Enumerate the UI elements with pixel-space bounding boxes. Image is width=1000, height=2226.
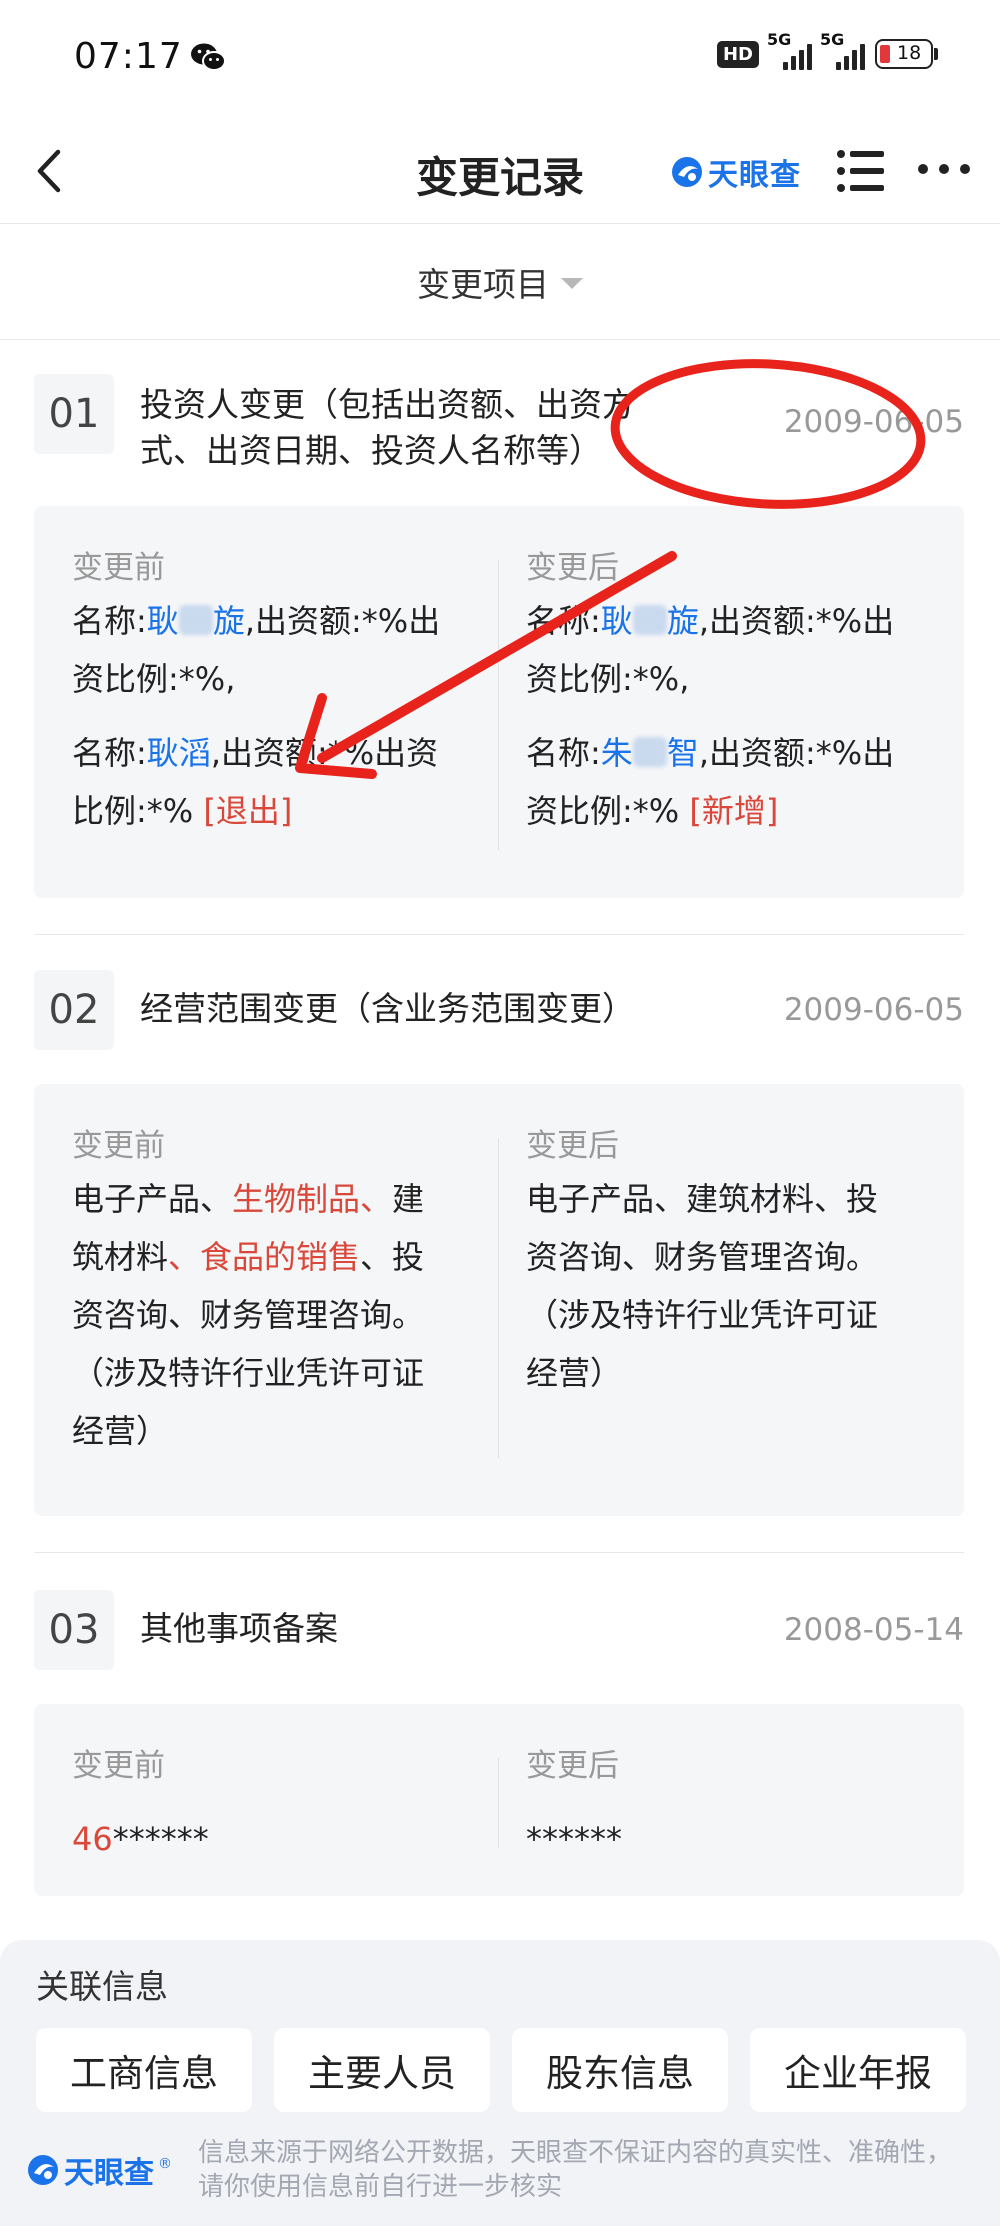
related-info-title: 关联信息	[36, 1967, 168, 2006]
disclaimer-text: 信息来源于网络公开数据，天眼查不保证内容的真实性、准确性， 请你使用信息前自行进…	[198, 2138, 953, 2202]
before-content: 46******	[72, 1820, 209, 1858]
record-index: 03	[34, 1590, 114, 1670]
footer-brand: 天眼查 ®	[26, 2148, 172, 2192]
investor-link[interactable]: 耿旋	[601, 602, 699, 640]
more-icon[interactable]	[916, 162, 972, 176]
tianyancha-logo-icon	[672, 157, 702, 187]
signal-5g-icon: 5G	[820, 30, 865, 70]
key-personnel-button[interactable]: 主要人员	[274, 2028, 490, 2112]
registered-mark: ®	[158, 2156, 172, 2172]
added-tag: [新增]	[689, 792, 779, 830]
signal-label: 5G	[820, 30, 845, 49]
record-date: 2009-06-05	[783, 992, 964, 1028]
battery-icon: 18	[875, 39, 938, 69]
record-title: 其他事项备案	[140, 1609, 338, 1648]
after-label: 变更后	[526, 1748, 619, 1784]
annual-report-button[interactable]: 企业年报	[750, 2028, 966, 2112]
after-content: 电子产品、建筑材料、投 资咨询、财务管理咨询。 （涉及特许行业凭许可证 经营）	[526, 1180, 879, 1392]
record-date: 2008-05-14	[783, 1612, 964, 1648]
record-title: 投资人变更（包括出资额、出资方 式、出资日期、投资人名称等）	[140, 385, 635, 470]
change-detail: 变更前 46****** 变更后 ******	[34, 1704, 964, 1896]
record-title: 经营范围变更（含业务范围变更）	[140, 989, 635, 1028]
before-label: 变更前	[72, 1748, 165, 1784]
after-content: ******	[526, 1820, 622, 1858]
change-detail: 变更前 电子产品、生物制品、建 筑材料、食品的销售、投 资咨询、财务管理咨询。 …	[34, 1084, 964, 1516]
record-index: 02	[34, 970, 114, 1050]
status-time: 07:17	[74, 36, 183, 77]
before-content: 电子产品、生物制品、建 筑材料、食品的销售、投 资咨询、财务管理咨询。 （涉及特…	[72, 1180, 425, 1450]
signal-label: 5G	[767, 30, 792, 49]
wechat-icon	[191, 43, 226, 71]
caret-down-icon	[561, 278, 583, 289]
footer: 天眼查 ® 信息来源于网络公开数据，天眼查不保证内容的真实性、准确性， 请你使用…	[26, 2136, 968, 2204]
record-divider	[34, 1552, 964, 1553]
before-label: 变更前	[72, 1128, 165, 1164]
after-label: 变更后	[526, 1128, 619, 1164]
record-date: 2009-06-05	[783, 404, 964, 440]
status-bar: 07:17 HD 5G 5G 18	[0, 0, 1000, 118]
related-buttons: 工商信息 主要人员 股东信息 企业年报	[36, 2028, 966, 2112]
hd-badge: HD	[716, 40, 759, 68]
battery-level: 18	[897, 42, 922, 64]
filter-label: 变更项目	[417, 264, 549, 304]
shareholder-info-button[interactable]: 股东信息	[512, 2028, 728, 2112]
before-content: 名称:耿 旋,出资额:*%出 资比例:*%, 名称:耿滔,出资额:*%出资 比例:…	[72, 602, 441, 830]
status-indicators: HD 5G 5G 18	[716, 30, 938, 70]
exit-tag: [退出]	[203, 792, 293, 830]
record-index: 01	[34, 374, 114, 454]
after-label: 变更后	[526, 550, 619, 586]
nav-bar: 变更记录 天眼查	[0, 118, 1000, 224]
change-item-filter[interactable]: 变更项目	[0, 224, 1000, 340]
signal-5g-icon: 5G	[767, 30, 812, 70]
brand-logo: 天眼查	[670, 150, 801, 194]
related-info-panel: 关联信息 工商信息 主要人员 股东信息 企业年报 天眼查 ® 信息来源于网络公开…	[0, 1940, 1000, 2226]
business-info-button[interactable]: 工商信息	[36, 2028, 252, 2112]
investor-link[interactable]: 耿滔	[147, 734, 211, 772]
change-detail: 变更前 名称:耿 旋,出资额:*%出 资比例:*%, 名称:耿滔,出资额:*%出资…	[34, 506, 964, 898]
tianyancha-logo-icon	[28, 2155, 58, 2185]
record-divider	[34, 934, 964, 935]
list-icon[interactable]	[836, 148, 886, 194]
brand-name: 天眼查	[708, 158, 801, 193]
before-label: 变更前	[72, 550, 165, 586]
footer-brand-name: 天眼查	[64, 2156, 154, 2191]
investor-link[interactable]: 朱智	[601, 734, 699, 772]
after-content: 名称:耿 旋,出资额:*%出 资比例:*%, 名称:朱 智,出资额:*%出 资比例:…	[526, 602, 895, 830]
investor-link[interactable]: 耿旋	[147, 602, 245, 640]
